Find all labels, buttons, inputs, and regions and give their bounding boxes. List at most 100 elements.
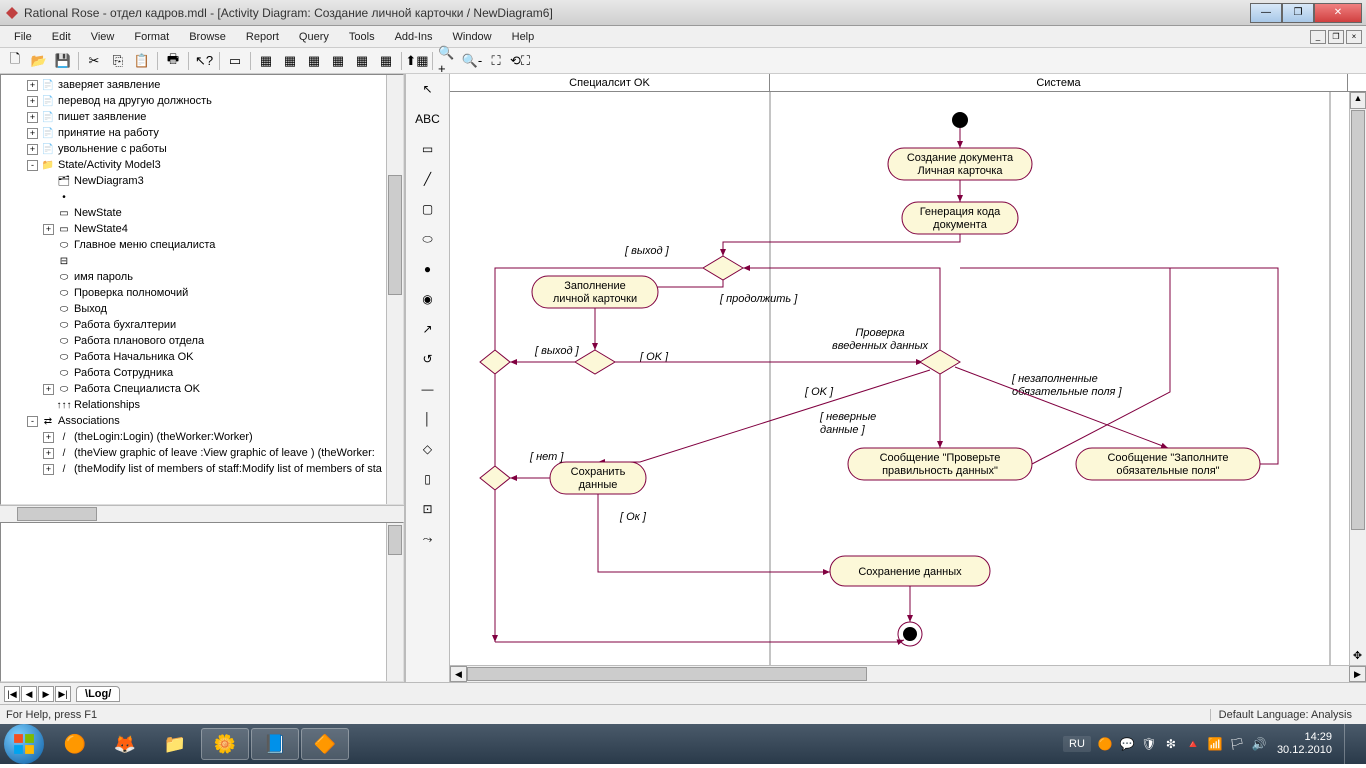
tree-row[interactable]: +/(theModify list of members of staff:Mo… — [3, 461, 401, 477]
maximize-button[interactable]: ❐ — [1282, 3, 1314, 23]
zoom-out-icon[interactable]: 🔍- — [461, 50, 483, 72]
tree-row[interactable]: +📄заверяет заявление — [3, 77, 401, 93]
menu-format[interactable]: Format — [124, 28, 179, 46]
diagram3-icon[interactable]: ▦ — [303, 50, 325, 72]
tray-icon-2[interactable]: 💬 — [1119, 736, 1135, 752]
close-button[interactable]: ✕ — [1314, 3, 1362, 23]
paste-icon[interactable]: 📋 — [131, 50, 153, 72]
browse-class-icon[interactable]: ▭ — [224, 50, 246, 72]
sync-bar-h-icon[interactable]: — — [413, 378, 443, 400]
tree-row[interactable]: 🗂NewDiagram3 — [3, 173, 401, 189]
fit-window-icon[interactable]: ⛶ — [485, 50, 507, 72]
swimlane-tool-icon[interactable]: ▯ — [413, 468, 443, 490]
canvas-vertical-scrollbar[interactable]: ▲ — [1349, 92, 1366, 665]
scroll-left-icon[interactable]: ◀ — [450, 666, 467, 682]
tree-expander-icon[interactable]: + — [43, 464, 54, 475]
tree-row[interactable]: ⬭Работа бухгалтерии — [3, 317, 401, 333]
diagram5-icon[interactable]: ▦ — [351, 50, 373, 72]
tree-row[interactable]: ↑↑↑Relationships — [3, 397, 401, 413]
log-next-icon[interactable]: ▶ — [38, 686, 54, 702]
tree-row[interactable]: +📄перевод на другую должность — [3, 93, 401, 109]
minimize-button[interactable]: — — [1250, 3, 1282, 23]
tree-expander-icon[interactable]: + — [43, 432, 54, 443]
show-desktop-button[interactable] — [1344, 724, 1354, 764]
swimlane-header-right[interactable]: Система — [770, 74, 1348, 91]
tree-expander-icon[interactable]: - — [27, 160, 38, 171]
tree-expander-icon[interactable]: - — [27, 416, 38, 427]
scroll-right-icon[interactable]: ▶ — [1349, 666, 1366, 682]
print-icon[interactable]: 🖶 — [162, 50, 184, 72]
volume-icon[interactable]: 🔊 — [1251, 736, 1267, 752]
swimlane-header-left[interactable]: Специалсит OK — [450, 74, 770, 91]
tree-expander-icon[interactable]: + — [43, 384, 54, 395]
tree-expander-icon[interactable]: + — [43, 224, 54, 235]
text-tool-icon[interactable]: ABC — [413, 108, 443, 130]
tree-expander-icon[interactable]: + — [27, 80, 38, 91]
tree-row[interactable]: +📄принятие на работу — [3, 125, 401, 141]
tree-expander-icon[interactable]: + — [27, 144, 38, 155]
cut-icon[interactable]: ✂ — [83, 50, 105, 72]
tree-row[interactable]: +📄увольнение с работы — [3, 141, 401, 157]
save-icon[interactable]: 💾 — [52, 50, 74, 72]
menu-view[interactable]: View — [81, 28, 125, 46]
diagram1-icon[interactable]: ▦ — [255, 50, 277, 72]
tray-icon-1[interactable]: 🟠 — [1097, 736, 1113, 752]
tree-row[interactable]: ▭NewState — [3, 205, 401, 221]
select-tool-icon[interactable]: ↖ — [413, 78, 443, 100]
taskbar-app-5[interactable]: 📘 — [251, 728, 299, 760]
tree-row[interactable]: • — [3, 189, 401, 205]
network-icon[interactable]: 📶 — [1207, 736, 1223, 752]
tree-horizontal-scrollbar[interactable] — [0, 505, 404, 522]
tree-row[interactable]: +/(theLogin:Login) (theWorker:Worker) — [3, 429, 401, 445]
menu-tools[interactable]: Tools — [339, 28, 385, 46]
self-transition-icon[interactable]: ↺ — [413, 348, 443, 370]
diagram6-icon[interactable]: ▦ — [375, 50, 397, 72]
diagram2-icon[interactable]: ▦ — [279, 50, 301, 72]
menu-edit[interactable]: Edit — [42, 28, 81, 46]
context-help-icon[interactable]: ↖? — [193, 50, 215, 72]
new-icon[interactable]: 🗋 — [4, 50, 26, 72]
doc-vertical-scrollbar[interactable] — [386, 523, 403, 681]
mdi-minimize-button[interactable]: _ — [1310, 30, 1326, 44]
taskbar-app-1[interactable]: 🟠 — [51, 728, 99, 760]
diagram4-icon[interactable]: ▦ — [327, 50, 349, 72]
undo-fit-icon[interactable]: ⟲⛶ — [509, 50, 531, 72]
log-prev-icon[interactable]: ◀ — [21, 686, 37, 702]
state-tool-icon[interactable]: ▢ — [413, 198, 443, 220]
decision-tool-icon[interactable]: ◇ — [413, 438, 443, 460]
tree-row[interactable]: +📄пишет заявление — [3, 109, 401, 125]
menu-file[interactable]: File — [4, 28, 42, 46]
tree-expander-icon[interactable]: + — [27, 96, 38, 107]
tree-row[interactable]: ⬭Работа планового отдела — [3, 333, 401, 349]
parent-icon[interactable]: ⬆▦ — [406, 50, 428, 72]
menu-query[interactable]: Query — [289, 28, 339, 46]
tree-row[interactable]: ⬭имя пароль — [3, 269, 401, 285]
clock[interactable]: 14:29 30.12.2010 — [1277, 731, 1332, 757]
browser-tree[interactable]: +📄заверяет заявление+📄перевод на другую … — [0, 74, 404, 505]
menu-browse[interactable]: Browse — [179, 28, 236, 46]
log-first-icon[interactable]: |◀ — [4, 686, 20, 702]
menu-window[interactable]: Window — [443, 28, 502, 46]
tree-row[interactable]: -⇄Associations — [3, 413, 401, 429]
tree-row[interactable]: ⬭Работа Сотрудника — [3, 365, 401, 381]
start-state-icon[interactable]: ● — [413, 258, 443, 280]
sync-bar-v-icon[interactable]: │ — [413, 408, 443, 430]
canvas-horizontal-scrollbar[interactable]: ◀ ▶ — [450, 665, 1366, 682]
object-tool-icon[interactable]: ⊡ — [413, 498, 443, 520]
scroll-up-icon[interactable]: ▲ — [1350, 92, 1366, 109]
mdi-close-button[interactable]: × — [1346, 30, 1362, 44]
tree-expander-icon[interactable]: + — [27, 128, 38, 139]
object-flow-icon[interactable]: ⤳ — [413, 528, 443, 550]
start-button[interactable] — [4, 724, 44, 764]
input-language[interactable]: RU — [1063, 736, 1091, 752]
tray-icon-4[interactable]: ❇ — [1163, 736, 1179, 752]
tree-row[interactable]: +▭NewState4 — [3, 221, 401, 237]
action-center-icon[interactable]: 🏳 — [1229, 736, 1245, 752]
zoom-in-icon[interactable]: 🔍+ — [437, 50, 459, 72]
tree-row[interactable]: ⬭Работа Начальника OK — [3, 349, 401, 365]
tree-row[interactable]: ⊟ — [3, 253, 401, 269]
anchor-tool-icon[interactable]: ╱ — [413, 168, 443, 190]
tree-row[interactable]: +⬭Работа Специалиста OK — [3, 381, 401, 397]
taskbar-app-6[interactable]: 🔶 — [301, 728, 349, 760]
tree-row[interactable]: ⬭Главное меню специалиста — [3, 237, 401, 253]
